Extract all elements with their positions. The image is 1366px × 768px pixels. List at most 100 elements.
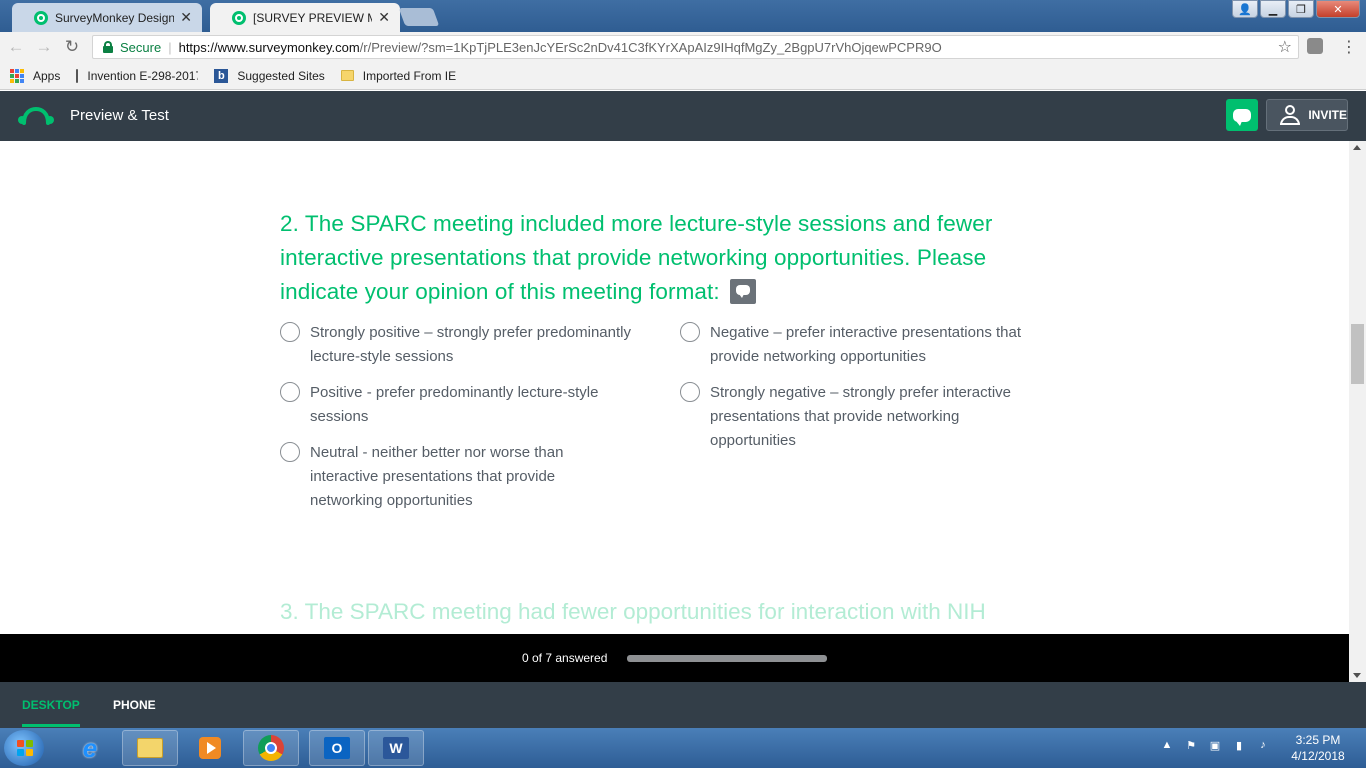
radio-button[interactable]: [280, 442, 300, 462]
browser-tab-preview[interactable]: [SURVEY PREVIEW MODE ✕: [210, 3, 400, 32]
chrome-icon: [258, 735, 284, 761]
browser-toolbar: ← → ↻ Secure | https://www.surveymonkey.…: [0, 32, 1366, 62]
screen: SurveyMonkey Design : 2 ✕ [SURVEY PREVIE…: [0, 0, 1366, 768]
comment-icon[interactable]: [730, 278, 757, 304]
close-tab-icon[interactable]: ✕: [180, 9, 192, 26]
address-bar[interactable]: Secure | https://www.surveymonkey.com /r…: [92, 35, 1299, 59]
bookmark-star-icon[interactable]: ☆: [1278, 37, 1292, 57]
option-label[interactable]: Positive - prefer predominantly lecture-…: [310, 381, 660, 429]
invite-label: INVITE: [1308, 108, 1347, 122]
option-label[interactable]: Neutral - neither better nor worse than …: [310, 441, 610, 513]
answer-option[interactable]: Strongly positive – strongly prefer pred…: [280, 321, 660, 369]
restore-button[interactable]: ❐: [1288, 0, 1314, 18]
close-tab-icon[interactable]: ✕: [378, 9, 390, 26]
bookmark-suggested-sites[interactable]: b Suggested Sites: [214, 68, 325, 83]
divider: |: [168, 39, 172, 55]
action-center-flag-icon[interactable]: ⚑: [1184, 738, 1198, 752]
reload-icon[interactable]: ↻: [60, 35, 84, 59]
clock-date: 4/12/2018: [1291, 749, 1345, 763]
radio-button[interactable]: [280, 382, 300, 402]
option-label[interactable]: Strongly positive – strongly prefer pred…: [310, 321, 660, 369]
url-host: https://www.surveymonkey.com: [178, 39, 360, 55]
chat-bubble-icon: [1233, 108, 1251, 126]
next-question-title: 3. The SPARC meeting had fewer opportuni…: [280, 599, 986, 624]
radio-button[interactable]: [680, 382, 700, 402]
bookmark-invention[interactable]: Invention E-298-2017: [76, 68, 199, 83]
surveymonkey-logo-icon[interactable]: [18, 105, 54, 127]
windows-taskbar: e O W ▲ ⚑ ▣ ▮ ♪ 3:25 PM 4/12/2018: [0, 728, 1366, 768]
page-icon: [76, 68, 79, 83]
outlook-taskbar-button[interactable]: O: [309, 730, 365, 766]
progress-footer: 0 of 7 answered: [0, 634, 1349, 682]
survey-content: 2. The SPARC meeting included more lectu…: [0, 141, 1349, 634]
tab-title: [SURVEY PREVIEW MODE: [253, 10, 372, 25]
network-signal-icon[interactable]: ▮: [1232, 738, 1246, 752]
answer-option[interactable]: Positive - prefer predominantly lecture-…: [280, 381, 660, 429]
app-header: Preview & Test INVITE: [0, 91, 1366, 141]
page-title: Preview & Test: [70, 107, 169, 124]
tab-phone[interactable]: PHONE: [113, 698, 156, 712]
internet-explorer-taskbar-button[interactable]: e: [62, 730, 118, 766]
progress-text: 0 of 7 answered: [522, 651, 608, 665]
scroll-down-arrow-icon[interactable]: [1353, 673, 1361, 678]
media-player-icon: [199, 737, 221, 759]
invite-button[interactable]: INVITE: [1266, 99, 1348, 131]
bookmark-label: Invention E-298-2017: [87, 68, 199, 83]
minimize-button[interactable]: ▁: [1260, 0, 1286, 18]
comments-button[interactable]: [1226, 99, 1258, 131]
secure-label: Secure: [120, 39, 162, 55]
volume-muted-icon[interactable]: ♪: [1256, 738, 1270, 752]
surveymonkey-favicon: [232, 10, 246, 25]
answer-option[interactable]: Negative – prefer interactive presentati…: [680, 321, 1050, 369]
start-button[interactable]: [4, 730, 44, 766]
device-toggle-bar: DESKTOP PHONE: [0, 682, 1366, 728]
tab-title: SurveyMonkey Design : 2: [55, 10, 175, 25]
bing-icon: b: [214, 68, 229, 83]
outlook-icon: O: [324, 737, 350, 759]
progress-track: [627, 655, 827, 662]
window-controls: 👤 ▁ ❐ ✕: [1232, 0, 1360, 18]
question-title: 2. The SPARC meeting included more lectu…: [280, 207, 1040, 309]
forward-arrow-icon[interactable]: →: [32, 35, 56, 59]
word-taskbar-button[interactable]: W: [368, 730, 424, 766]
windows-logo-icon: [17, 740, 33, 756]
scrollbar-thumb[interactable]: [1351, 324, 1364, 384]
extension-icon[interactable]: [1307, 38, 1323, 54]
internet-explorer-icon: e: [82, 732, 98, 763]
device-icon[interactable]: ▣: [1208, 738, 1222, 752]
url-path: /r/Preview/?sm=1KpTjPLE3enJcYErSc2nDv41C…: [359, 39, 942, 55]
radio-button[interactable]: [280, 322, 300, 342]
bookmarks-bar: Apps Invention E-298-2017 b Suggested Si…: [0, 62, 1366, 90]
bookmark-apps[interactable]: Apps: [10, 68, 61, 83]
lock-icon: [103, 41, 113, 53]
folder-icon: [340, 70, 354, 81]
apps-grid-icon: [10, 68, 24, 83]
tab-desktop[interactable]: DESKTOP: [22, 698, 80, 727]
back-arrow-icon[interactable]: ←: [4, 35, 28, 59]
folder-icon: [137, 738, 163, 758]
word-icon: W: [383, 737, 409, 759]
option-label[interactable]: Strongly negative – strongly prefer inte…: [710, 381, 1040, 453]
system-tray: ▲ ⚑ ▣ ▮ ♪: [1160, 738, 1270, 752]
question-title-text: 2. The SPARC meeting included more lectu…: [280, 211, 993, 304]
answer-option[interactable]: Neutral - neither better nor worse than …: [280, 441, 610, 513]
browser-menu-icon[interactable]: ⋮: [1341, 37, 1357, 57]
taskbar-clock[interactable]: 3:25 PM 4/12/2018: [1282, 732, 1354, 764]
radio-button[interactable]: [680, 322, 700, 342]
bookmark-label: Suggested Sites: [237, 68, 325, 83]
scroll-up-arrow-icon[interactable]: [1353, 145, 1361, 150]
media-player-taskbar-button[interactable]: [182, 730, 238, 766]
browser-tab-design[interactable]: SurveyMonkey Design : 2 ✕: [12, 3, 202, 32]
chrome-taskbar-button[interactable]: [243, 730, 299, 766]
answer-option[interactable]: Strongly negative – strongly prefer inte…: [680, 381, 1040, 453]
close-window-button[interactable]: ✕: [1316, 0, 1360, 18]
file-explorer-taskbar-button[interactable]: [122, 730, 178, 766]
new-tab-button[interactable]: [398, 8, 440, 26]
page-scrollbar[interactable]: [1349, 141, 1366, 682]
option-label[interactable]: Negative – prefer interactive presentati…: [710, 321, 1050, 369]
browser-titlebar: SurveyMonkey Design : 2 ✕ [SURVEY PREVIE…: [0, 0, 1366, 32]
bookmark-label: Apps: [33, 68, 61, 83]
show-hidden-icons-icon[interactable]: ▲: [1160, 738, 1174, 752]
user-icon[interactable]: 👤: [1232, 0, 1258, 18]
bookmark-imported-from-ie[interactable]: Imported From IE: [340, 69, 456, 83]
